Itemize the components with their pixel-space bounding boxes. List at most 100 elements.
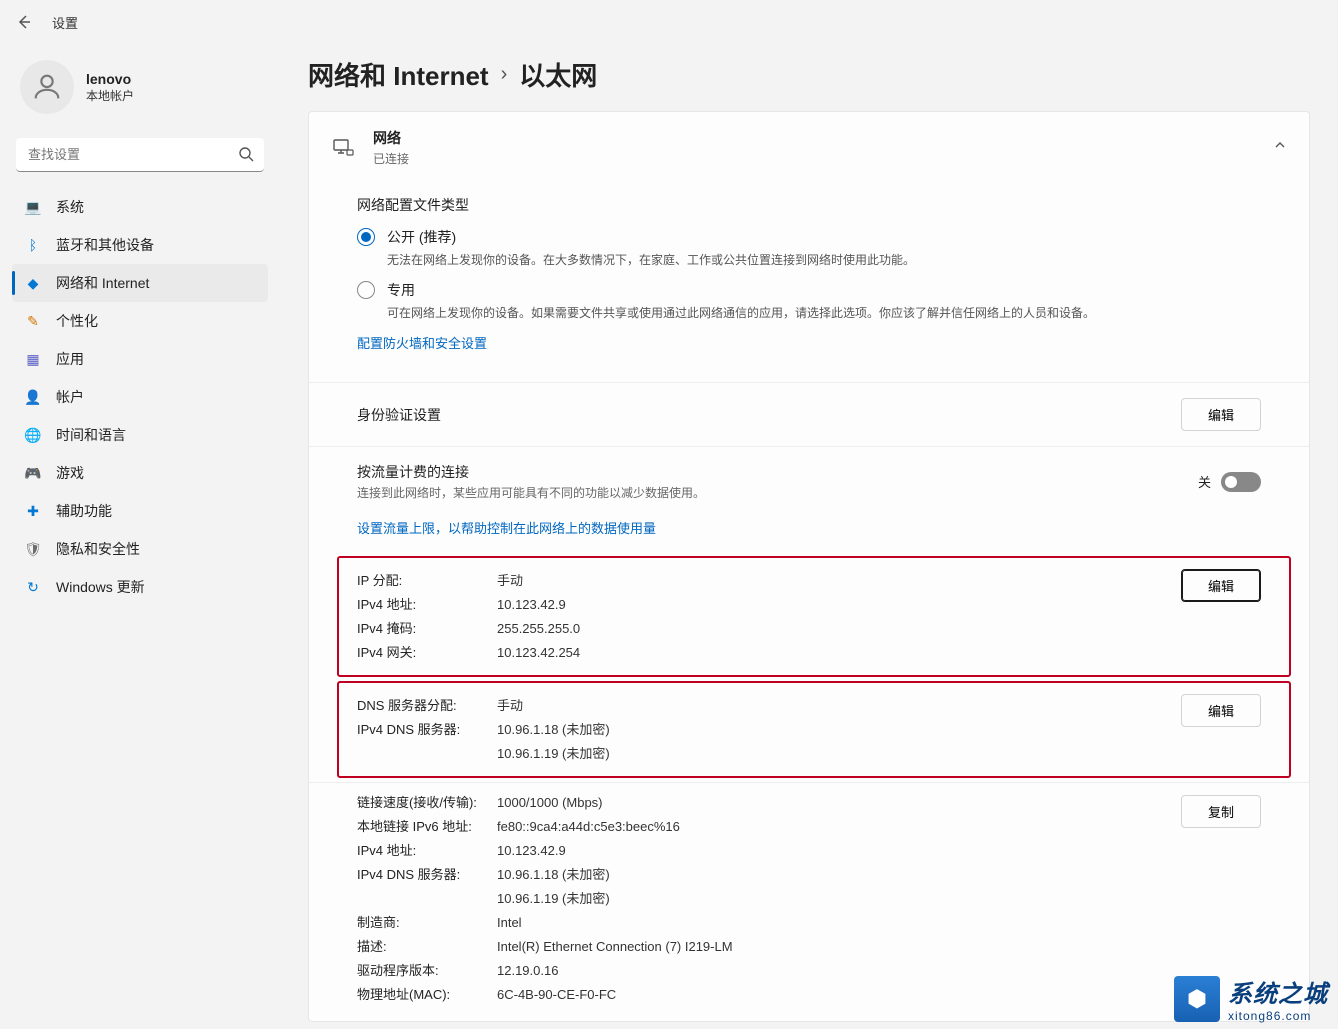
breadcrumb-parent[interactable]: 网络和 Internet <box>308 56 489 93</box>
profile-type-title: 网络配置文件类型 <box>357 195 1261 215</box>
sidebar-item-10[interactable]: ↻ Windows 更新 <box>12 568 268 606</box>
edit-auth-button[interactable]: 编辑 <box>1181 398 1261 431</box>
property-label: 驱动程序版本: <box>357 959 497 983</box>
sidebar-icon: 🌐 <box>24 426 42 444</box>
copy-button[interactable]: 复制 <box>1181 795 1261 828</box>
property-value: 10.123.42.9 <box>497 593 566 617</box>
sidebar-item-label: Windows 更新 <box>56 577 145 597</box>
sidebar-item-label: 游戏 <box>56 463 84 483</box>
property-row: IP 分配:手动 <box>357 569 1181 593</box>
watermark: ⬢ 系统之城 xitong86.com <box>1168 972 1334 1025</box>
watermark-url: xitong86.com <box>1228 1009 1328 1023</box>
person-icon <box>30 70 64 104</box>
property-label: IPv4 网关: <box>357 641 497 665</box>
firewall-link[interactable]: 配置防火墙和安全设置 <box>357 333 1261 352</box>
sidebar-item-label: 帐户 <box>56 387 84 407</box>
sidebar-icon: ▦ <box>24 350 42 368</box>
property-label: 描述: <box>357 935 497 959</box>
sidebar-item-label: 系统 <box>56 197 84 217</box>
back-button[interactable] <box>8 6 40 38</box>
auth-settings-title: 身份验证设置 <box>357 405 1181 425</box>
dns-settings-section: DNS 服务器分配:手动IPv4 DNS 服务器:10.96.1.18 (未加密… <box>337 681 1291 778</box>
window-title: 设置 <box>52 13 78 32</box>
sidebar-item-label: 隐私和安全性 <box>56 539 140 559</box>
property-label: IPv4 DNS 服务器: <box>357 863 497 911</box>
property-label: 本地链接 IPv6 地址: <box>357 815 497 839</box>
toggle-label: 关 <box>1198 472 1211 491</box>
property-row: 物理地址(MAC):6C-4B-90-CE-F0-FC <box>357 983 1261 1007</box>
property-row: DNS 服务器分配:手动 <box>357 694 1181 718</box>
radio-icon <box>357 228 375 246</box>
property-row: IPv4 地址:10.123.42.9 <box>357 593 1181 617</box>
user-profile[interactable]: lenovo 本地帐户 <box>12 52 268 130</box>
connection-details: 链接速度(接收/传输):1000/1000 (Mbps)本地链接 IPv6 地址… <box>309 782 1309 1021</box>
sidebar-item-2[interactable]: ◆网络和 Internet <box>12 264 268 302</box>
network-status: 已连接 <box>373 150 409 167</box>
sidebar-icon: 🎮 <box>24 464 42 482</box>
property-value: fe80::9ca4:a44d:c5e3:beec%16 <box>497 815 680 839</box>
sidebar-icon: 💻 <box>24 198 42 216</box>
sidebar-item-9[interactable]: 🛡隐私和安全性 <box>12 530 268 568</box>
network-title: 网络 <box>373 128 409 148</box>
sidebar-item-6[interactable]: 🌐 时间和语言 <box>12 416 268 454</box>
chevron-right-icon: › <box>501 63 508 86</box>
user-name: lenovo <box>86 71 134 87</box>
sidebar-item-label: 蓝牙和其他设备 <box>56 235 154 255</box>
property-label: 链接速度(接收/传输): <box>357 791 497 815</box>
metered-toggle[interactable] <box>1221 472 1261 492</box>
data-limit-link[interactable]: 设置流量上限，以帮助控制在此网络上的数据使用量 <box>357 518 656 537</box>
monitor-network-icon <box>331 136 355 160</box>
sidebar-item-4[interactable]: ▦ 应用 <box>12 340 268 378</box>
breadcrumb: 网络和 Internet › 以太网 <box>308 56 1310 93</box>
property-row: 制造商:Intel <box>357 911 1261 935</box>
chevron-up-icon <box>1273 138 1287 157</box>
property-row: 驱动程序版本:12.19.0.16 <box>357 959 1261 983</box>
property-value: 10.123.42.254 <box>497 641 580 665</box>
property-row: IPv4 网关:10.123.42.254 <box>357 641 1181 665</box>
sidebar-item-7[interactable]: 🎮 游戏 <box>12 454 268 492</box>
back-arrow-icon <box>16 14 32 30</box>
edit-ip-button[interactable]: 编辑 <box>1181 569 1261 602</box>
property-value: 10.123.42.9 <box>497 839 566 863</box>
sidebar-icon: ᛒ <box>24 236 42 254</box>
property-value: 1000/1000 (Mbps) <box>497 791 603 815</box>
sidebar-item-label: 时间和语言 <box>56 425 126 445</box>
property-label: IP 分配: <box>357 569 497 593</box>
sidebar-icon: ✚ <box>24 502 42 520</box>
sidebar-item-0[interactable]: 💻 系统 <box>12 188 268 226</box>
radio-private[interactable]: 专用 <box>357 280 1261 300</box>
sidebar-item-label: 辅助功能 <box>56 501 112 521</box>
network-header[interactable]: 网络 已连接 <box>309 112 1309 183</box>
property-value: 255.255.255.0 <box>497 617 580 641</box>
search-icon <box>238 146 254 167</box>
sidebar-item-1[interactable]: ᛒ 蓝牙和其他设备 <box>12 226 268 264</box>
watermark-title: 系统之城 <box>1228 974 1328 1009</box>
avatar <box>20 60 74 114</box>
property-value: 10.96.1.18 (未加密) 10.96.1.19 (未加密) <box>497 863 610 911</box>
search-input[interactable] <box>16 138 264 172</box>
watermark-logo-icon: ⬢ <box>1174 976 1220 1022</box>
sidebar-icon: 👤 <box>24 388 42 406</box>
property-value: 手动 <box>497 569 523 593</box>
metered-title: 按流量计费的连接 <box>357 462 1198 482</box>
property-label: IPv4 掩码: <box>357 617 497 641</box>
property-label: IPv4 地址: <box>357 839 497 863</box>
property-label: IPv4 DNS 服务器: <box>357 718 497 766</box>
property-label: 制造商: <box>357 911 497 935</box>
sidebar-icon: ✎ <box>24 312 42 330</box>
property-row: 本地链接 IPv6 地址:fe80::9ca4:a44d:c5e3:beec%1… <box>357 815 1261 839</box>
sidebar-icon: ↻ <box>24 578 42 596</box>
edit-dns-button[interactable]: 编辑 <box>1181 694 1261 727</box>
property-row: IPv4 地址:10.123.42.9 <box>357 839 1261 863</box>
property-row: IPv4 掩码:255.255.255.0 <box>357 617 1181 641</box>
property-value: 12.19.0.16 <box>497 959 558 983</box>
breadcrumb-current: 以太网 <box>519 56 597 93</box>
sidebar-item-8[interactable]: ✚ 辅助功能 <box>12 492 268 530</box>
property-row: IPv4 DNS 服务器:10.96.1.18 (未加密) 10.96.1.19… <box>357 863 1261 911</box>
sidebar-item-5[interactable]: 👤 帐户 <box>12 378 268 416</box>
radio-public[interactable]: 公开 (推荐) <box>357 227 1261 247</box>
property-row: 链接速度(接收/传输):1000/1000 (Mbps) <box>357 791 1261 815</box>
property-label: 物理地址(MAC): <box>357 983 497 1007</box>
sidebar-item-label: 应用 <box>56 349 84 369</box>
sidebar-item-3[interactable]: ✎个性化 <box>12 302 268 340</box>
